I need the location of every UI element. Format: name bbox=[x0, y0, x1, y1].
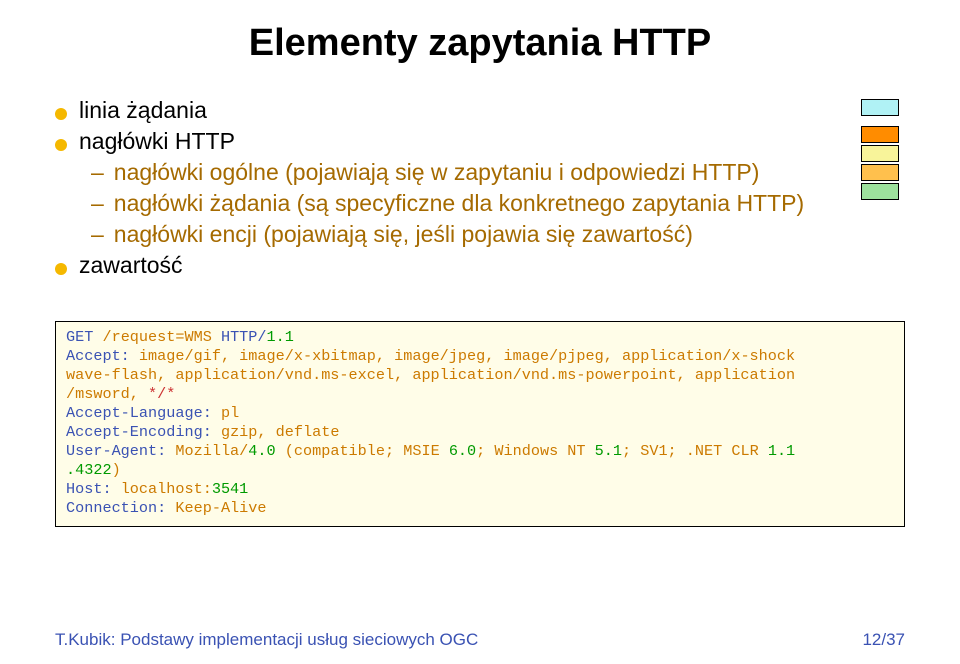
color-swatch bbox=[861, 164, 899, 181]
code-token: GET bbox=[66, 328, 102, 346]
code-token: ) bbox=[112, 461, 121, 479]
code-token: User-Agent: bbox=[66, 442, 175, 460]
code-line: Host: localhost:3541 bbox=[66, 480, 894, 499]
footer-left: T.Kubik: Podstawy implementacji usług si… bbox=[55, 630, 478, 650]
code-token: Host: bbox=[66, 480, 121, 498]
bullet-dot-icon bbox=[55, 139, 67, 151]
bullet-text: nagłówki HTTP bbox=[79, 126, 235, 157]
code-token: */* bbox=[148, 385, 175, 403]
footer: T.Kubik: Podstawy implementacji usług si… bbox=[55, 630, 905, 650]
swatch-group-top bbox=[861, 99, 899, 116]
code-token: Accept-Encoding: bbox=[66, 423, 221, 441]
code-line: Accept-Encoding: gzip, deflate bbox=[66, 423, 894, 442]
color-swatch bbox=[861, 126, 899, 143]
code-line: /msword, */* bbox=[66, 385, 894, 404]
bullet-zawartosc: zawartość bbox=[55, 250, 861, 281]
code-token: Mozilla/ bbox=[175, 442, 248, 460]
swatch-column bbox=[861, 95, 905, 200]
subbullet-text: nagłówki ogólne (pojawiają się w zapytan… bbox=[114, 157, 760, 188]
code-line: .4322) bbox=[66, 461, 894, 480]
code-token: Connection: bbox=[66, 499, 175, 517]
code-token: 5.1 bbox=[595, 442, 622, 460]
swatch-group-main bbox=[861, 126, 899, 200]
code-token: wave-flash, application/vnd.ms-excel, ap… bbox=[66, 366, 795, 384]
code-line: GET /request=WMS HTTP/1.1 bbox=[66, 328, 894, 347]
bullet-naglowki-http: nagłówki HTTP bbox=[55, 126, 861, 157]
code-token: image/gif, image/x-xbitmap, image/jpeg, … bbox=[139, 347, 795, 365]
code-token: 3541 bbox=[212, 480, 248, 498]
dash-icon: – bbox=[91, 157, 104, 188]
code-token: Accept-Language: bbox=[66, 404, 221, 422]
color-swatch bbox=[861, 183, 899, 200]
subbullet-text: nagłówki żądania (są specyficzne dla kon… bbox=[114, 188, 804, 219]
subbullet-zadania: – nagłówki żądania (są specyficzne dla k… bbox=[91, 188, 861, 219]
slide-title: Elementy zapytania HTTP bbox=[55, 22, 905, 65]
code-token: ; Windows NT bbox=[476, 442, 594, 460]
code-token: .4322 bbox=[66, 461, 112, 479]
code-token: 4.0 bbox=[248, 442, 275, 460]
code-line: wave-flash, application/vnd.ms-excel, ap… bbox=[66, 366, 894, 385]
dash-icon: – bbox=[91, 188, 104, 219]
http-request-code: GET /request=WMS HTTP/1.1 Accept: image/… bbox=[55, 321, 905, 527]
code-token: (compatible; MSIE bbox=[276, 442, 449, 460]
code-token: Accept: bbox=[66, 347, 139, 365]
bullet-text: zawartość bbox=[79, 250, 183, 281]
code-token: pl bbox=[221, 404, 239, 422]
subbullet-text: nagłówki encji (pojawiają się, jeśli poj… bbox=[114, 219, 693, 250]
code-token: gzip, deflate bbox=[221, 423, 339, 441]
code-token: localhost: bbox=[121, 480, 212, 498]
footer-right: 12/37 bbox=[862, 630, 905, 650]
bullet-dot-icon bbox=[55, 108, 67, 120]
code-token: HTTP/ bbox=[212, 328, 267, 346]
code-token: ; SV1; bbox=[622, 442, 686, 460]
subbullet-ogolne: – nagłówki ogólne (pojawiają się w zapyt… bbox=[91, 157, 861, 188]
bullet-list: linia żądania nagłówki HTTP – nagłówki o… bbox=[55, 95, 861, 281]
color-swatch bbox=[861, 145, 899, 162]
code-token: 1.1 bbox=[768, 442, 795, 460]
code-line: Accept-Language: pl bbox=[66, 404, 894, 423]
code-line: Connection: Keep-Alive bbox=[66, 499, 894, 518]
bullet-text: linia żądania bbox=[79, 95, 207, 126]
code-token: /msword, bbox=[66, 385, 148, 403]
bullet-dot-icon bbox=[55, 263, 67, 275]
code-token: .NET CLR bbox=[686, 442, 768, 460]
color-swatch bbox=[861, 99, 899, 116]
dash-icon: – bbox=[91, 219, 104, 250]
slide: Elementy zapytania HTTP linia żądania na… bbox=[0, 0, 960, 664]
code-token: Keep-Alive bbox=[175, 499, 266, 517]
code-line: User-Agent: Mozilla/4.0 (compatible; MSI… bbox=[66, 442, 894, 461]
code-token: 6.0 bbox=[449, 442, 476, 460]
bullet-linia-zadania: linia żądania bbox=[55, 95, 861, 126]
content-row: linia żądania nagłówki HTTP – nagłówki o… bbox=[55, 95, 905, 281]
code-token: 1.1 bbox=[267, 328, 294, 346]
subbullet-encji: – nagłówki encji (pojawiają się, jeśli p… bbox=[91, 219, 861, 250]
code-line: Accept: image/gif, image/x-xbitmap, imag… bbox=[66, 347, 894, 366]
code-token: /request=WMS bbox=[102, 328, 211, 346]
